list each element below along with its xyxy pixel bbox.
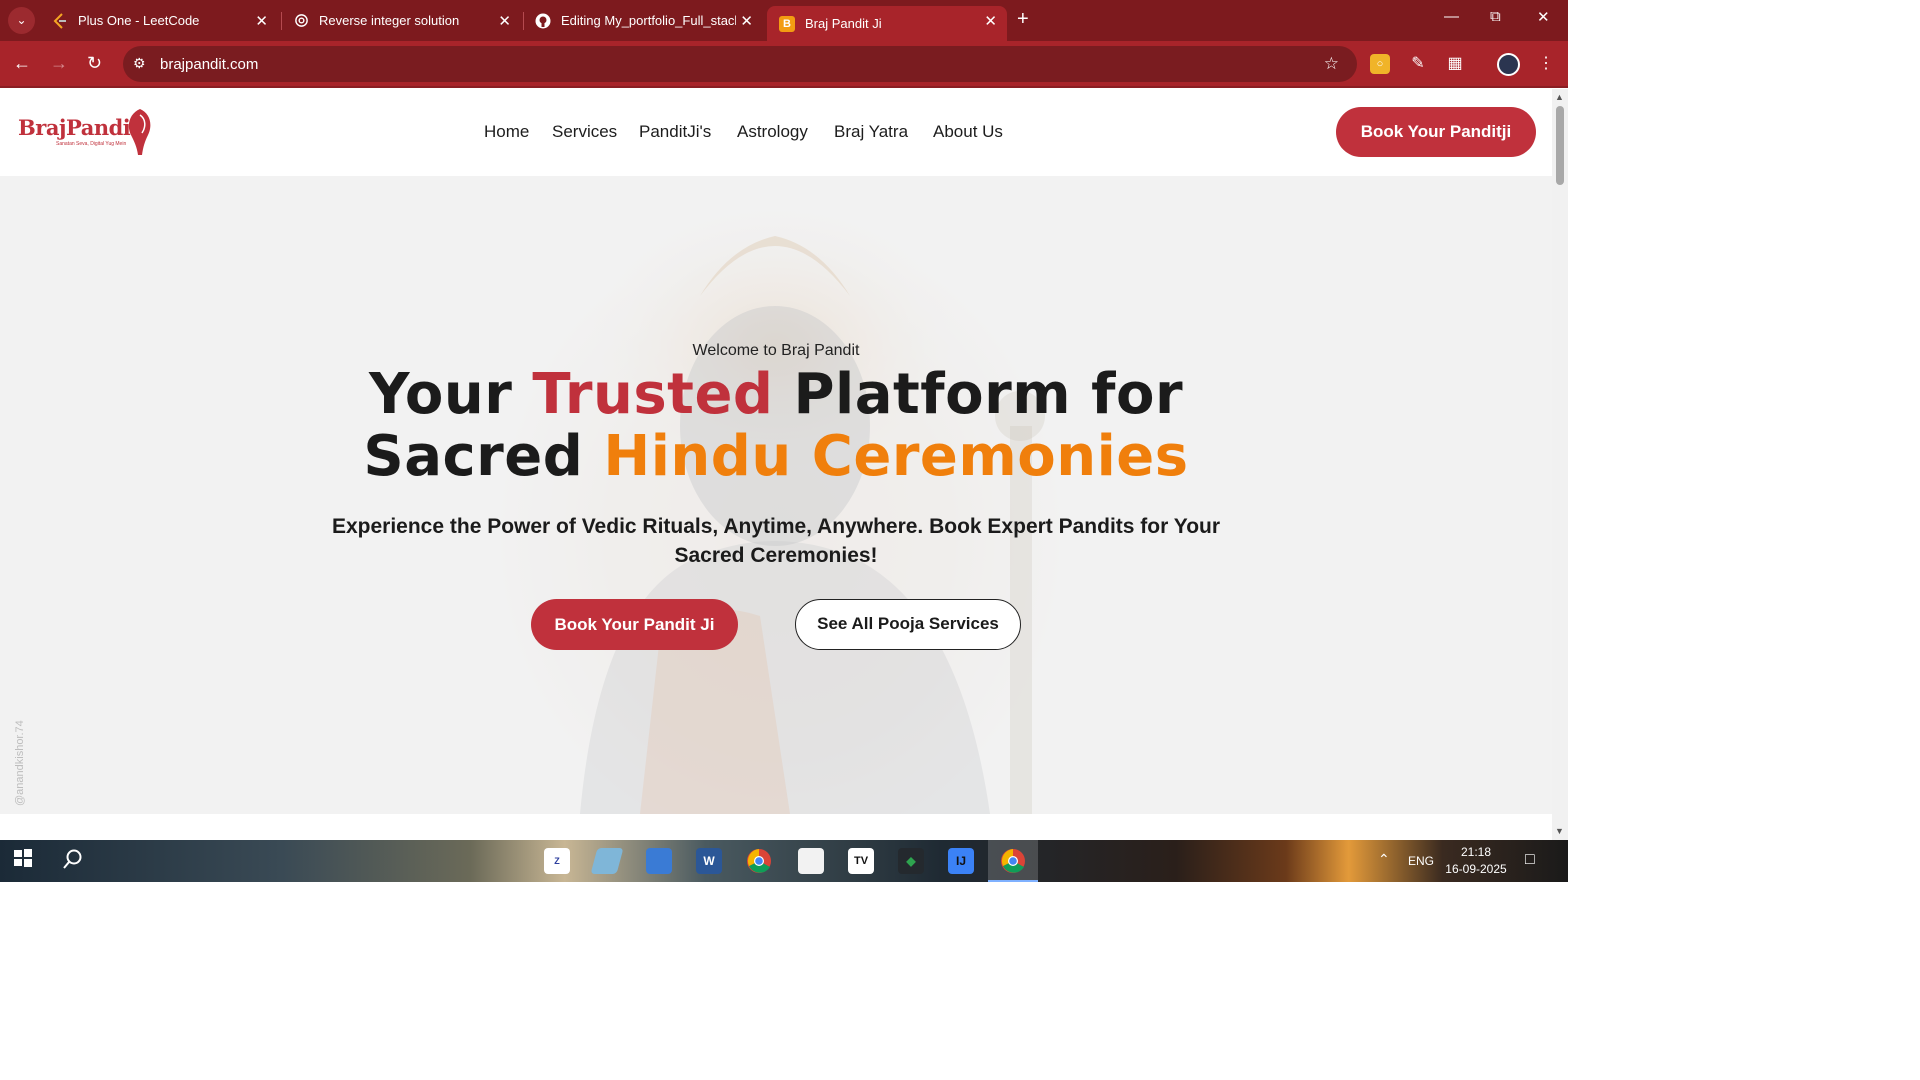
hero-headline: Your Trusted Platform for Sacred Hindu C… xyxy=(0,364,1552,488)
tab-leetcode[interactable]: Plus One - LeetCode ✕ xyxy=(40,0,278,41)
bookmark-star-icon[interactable]: ☆ xyxy=(1324,54,1339,74)
brajpandit-favicon: B xyxy=(779,15,795,32)
minimize-icon[interactable]: — xyxy=(1444,8,1459,25)
chatgpt-icon xyxy=(293,13,309,29)
web-page: BrajPandit Sanatan Seva, Digital Yug Mei… xyxy=(0,89,1552,840)
forward-icon[interactable]: → xyxy=(50,53,68,74)
headline-part: Platform for xyxy=(773,362,1184,427)
extension-icon[interactable]: ○ xyxy=(1370,54,1390,74)
omnibox[interactable]: ⚙ brajpandit.com ☆ xyxy=(123,46,1357,82)
tab-title: Reverse integer solution xyxy=(319,13,460,28)
close-window-icon[interactable]: ✕ xyxy=(1537,8,1550,26)
file-app-icon[interactable] xyxy=(798,848,824,874)
chrome-active-app-icon[interactable] xyxy=(1000,848,1026,874)
scrollbar-thumb[interactable] xyxy=(1556,106,1564,185)
pen-extension-icon[interactable]: ✎ xyxy=(1408,54,1428,74)
nav-services[interactable]: Services xyxy=(552,122,617,142)
close-tab-icon[interactable]: ✕ xyxy=(498,12,511,30)
logo-tagline: Sanatan Seva, Digital Yug Mein xyxy=(56,141,127,147)
hero-welcome-text: Welcome to Braj Pandit xyxy=(692,342,860,359)
notepad-app-icon[interactable] xyxy=(590,848,624,874)
hero-subheadline: Experience the Power of Vedic Rituals, A… xyxy=(331,515,1221,567)
leetcode-icon xyxy=(52,12,68,29)
tab-search-dropdown-icon[interactable]: ⌄ xyxy=(8,7,35,34)
search-icon[interactable] xyxy=(60,848,86,874)
intellij-app-icon[interactable]: IJ xyxy=(948,848,974,874)
hero-section: Welcome to Braj Pandit Your Trusted Plat… xyxy=(0,176,1552,814)
github-icon xyxy=(535,13,551,29)
chrome-app-icon[interactable] xyxy=(746,848,772,874)
tab-title: Braj Pandit Ji xyxy=(805,16,882,31)
windows-start-icon[interactable] xyxy=(10,848,36,874)
notification-center-icon[interactable]: □ xyxy=(1525,851,1535,869)
zoom-app-icon[interactable]: Z xyxy=(544,848,570,874)
address-toolbar: ← → ↻ ⚙ brajpandit.com ☆ ○ ✎ ▦ ⋮ xyxy=(0,41,1568,88)
close-tab-icon[interactable]: ✕ xyxy=(255,12,268,30)
headline-part: Sacred xyxy=(363,424,604,489)
language-indicator[interactable]: ENG xyxy=(1408,854,1434,868)
book-pandit-ji-button[interactable]: Book Your Pandit Ji xyxy=(531,599,738,650)
clock-time: 21:18 xyxy=(1460,845,1492,859)
headline-highlight-ceremonies: Hindu Ceremonies xyxy=(603,424,1189,489)
close-tab-icon[interactable]: ✕ xyxy=(984,12,997,30)
nav-braj-yatra[interactable]: Braj Yatra xyxy=(834,122,908,142)
windows-taskbar: Z W TV ◆ IJ ⌃ ENG 21:18 16-09-2025 □ xyxy=(0,840,1568,882)
close-tab-icon[interactable]: ✕ xyxy=(740,12,753,30)
nav-astrology[interactable]: Astrology xyxy=(737,122,808,142)
tab-github[interactable]: Editing My_portfolio_Full_stack/ ✕ xyxy=(523,0,763,41)
scroll-down-icon[interactable]: ▼ xyxy=(1555,826,1564,836)
logo-wordmark: BrajPandit xyxy=(18,115,140,140)
restore-icon[interactable]: ⧉ xyxy=(1490,8,1501,25)
url-text[interactable]: brajpandit.com xyxy=(160,56,258,73)
tab-title: Editing My_portfolio_Full_stack/ xyxy=(561,13,736,28)
tradingview-app-icon[interactable]: TV xyxy=(848,848,874,874)
site-info-icon[interactable]: ⚙ xyxy=(133,55,146,72)
headline-part: Your xyxy=(368,362,533,427)
see-all-pooja-services-button[interactable]: See All Pooja Services xyxy=(795,599,1021,650)
conch-shell-icon xyxy=(128,109,151,155)
profile-avatar[interactable] xyxy=(1497,53,1520,76)
nav-panditjis[interactable]: PanditJi's xyxy=(639,122,711,142)
word-app-icon[interactable]: W xyxy=(696,848,722,874)
headline-highlight-trusted: Trusted xyxy=(532,362,774,427)
github-desktop-app-icon[interactable]: ◆ xyxy=(898,848,924,874)
tab-brajpandit[interactable]: B Braj Pandit Ji ✕ xyxy=(767,6,1007,41)
book-panditji-header-button[interactable]: Book Your Panditji xyxy=(1336,107,1536,157)
reload-icon[interactable]: ↻ xyxy=(87,53,102,74)
menu-kebab-icon[interactable]: ⋮ xyxy=(1536,54,1556,74)
site-logo[interactable]: BrajPandit Sanatan Seva, Digital Yug Mei… xyxy=(16,107,156,157)
clock-date: 16-09-2025 xyxy=(1445,862,1507,876)
image-watermark: @anandkishor.74 xyxy=(14,720,26,806)
show-hidden-icons-chevron-icon[interactable]: ⌃ xyxy=(1378,851,1390,868)
site-header: BrajPandit Sanatan Seva, Digital Yug Mei… xyxy=(0,89,1552,176)
scroll-up-icon[interactable]: ▲ xyxy=(1555,92,1564,102)
page-scrollbar[interactable]: ▲ ▼ xyxy=(1552,89,1568,840)
computer-app-icon[interactable] xyxy=(646,848,672,874)
system-clock[interactable]: 21:18 16-09-2025 xyxy=(1440,844,1512,878)
extensions-puzzle-icon[interactable]: ▦ xyxy=(1445,54,1465,74)
browser-tab-bar: ⌄ Plus One - LeetCode ✕ Reverse integer … xyxy=(0,0,1568,41)
nav-home[interactable]: Home xyxy=(484,122,529,142)
back-icon[interactable]: ← xyxy=(13,53,31,74)
tab-title: Plus One - LeetCode xyxy=(78,13,200,28)
hero-overlay xyxy=(0,176,1552,814)
tab-chatgpt[interactable]: Reverse integer solution ✕ xyxy=(281,0,521,41)
new-tab-icon[interactable]: + xyxy=(1017,8,1029,31)
nav-about-us[interactable]: About Us xyxy=(933,122,1003,142)
